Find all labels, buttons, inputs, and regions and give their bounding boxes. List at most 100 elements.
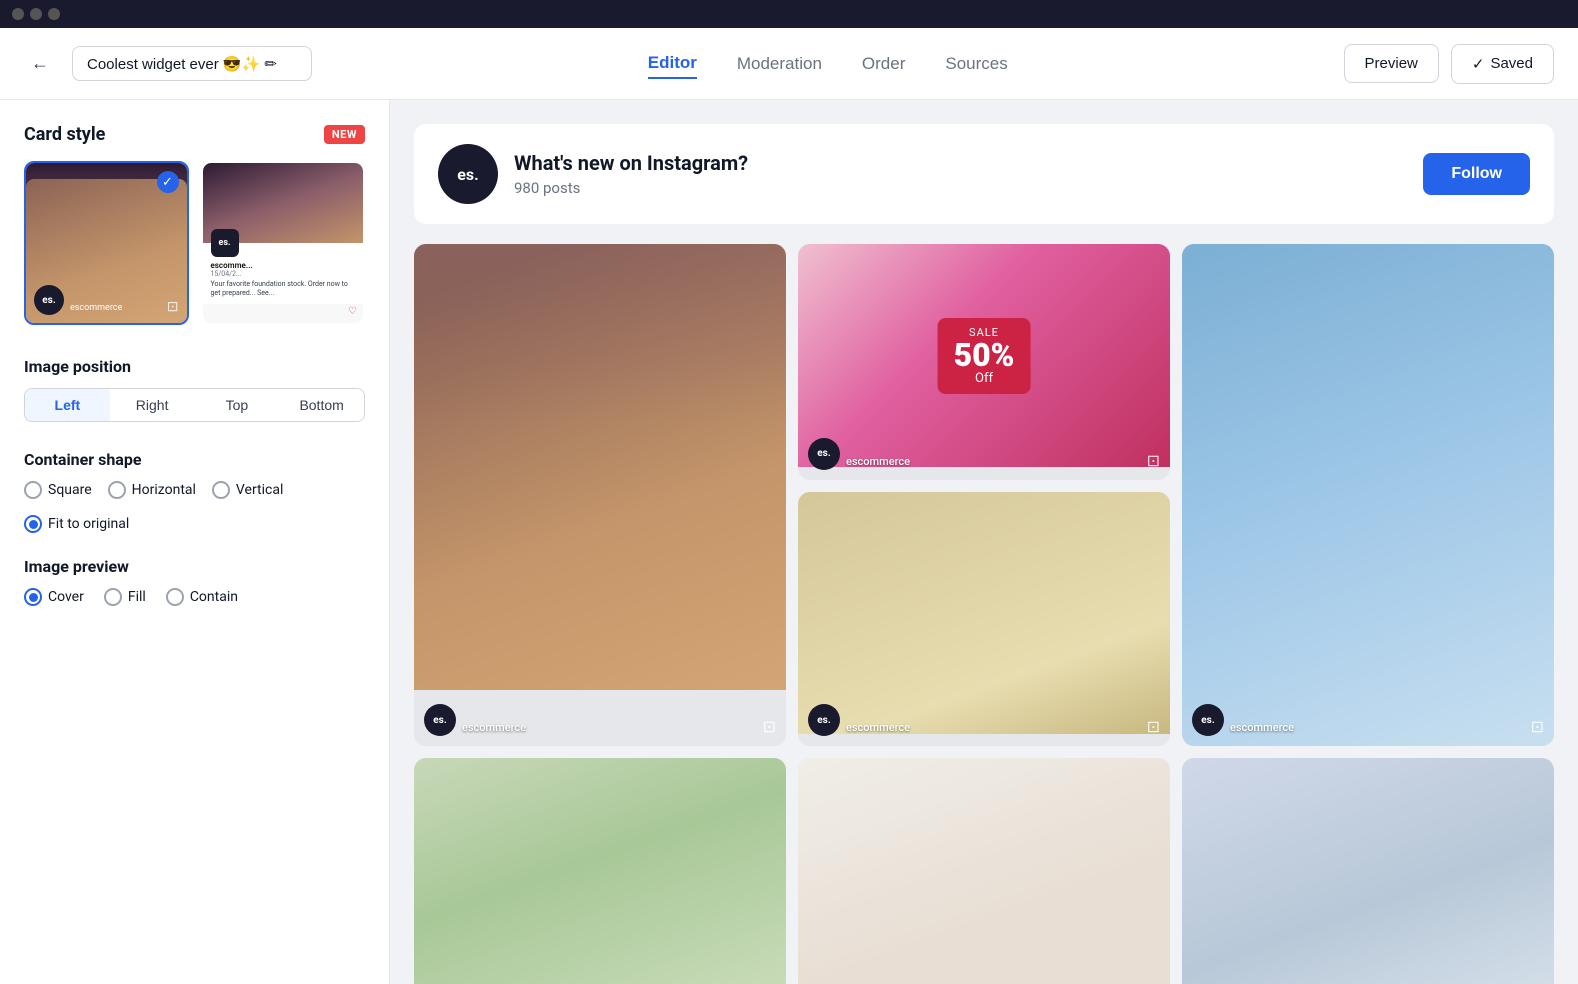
feed-item-4-brand: escommerce: [846, 721, 910, 734]
preview-option-fill[interactable]: Fill: [104, 588, 146, 606]
feed-item-2[interactable]: sale 50% Off es. escommerce ⊡: [798, 244, 1170, 480]
face-overlay: [414, 244, 786, 690]
titlebar-dot-1: [12, 8, 24, 20]
radio-fill[interactable]: [104, 588, 122, 606]
shape-label-fit: Fit to original: [48, 516, 129, 532]
feed-item-3-ig-icon: ⊡: [1531, 717, 1544, 736]
radio-horizontal[interactable]: [108, 481, 126, 499]
card-brand-1: escommerce: [70, 303, 122, 313]
new-badge: NEW: [324, 125, 365, 144]
feed-img-group: [1182, 758, 1554, 984]
preview-label-contain: Contain: [190, 589, 238, 605]
titlebar: [0, 0, 1578, 28]
position-tabs: Left Right Top Bottom: [24, 388, 365, 422]
saved-label: Saved: [1490, 55, 1533, 72]
radio-fit[interactable]: [24, 515, 42, 533]
check-icon: ✓: [1472, 55, 1485, 73]
feed-item-6[interactable]: es. escommerce ⊡: [798, 758, 1170, 984]
container-shape-title: Container shape: [24, 450, 365, 469]
tab-order[interactable]: Order: [862, 49, 905, 79]
feed-img-sale: sale 50% Off: [798, 244, 1170, 467]
titlebar-dot-2: [30, 8, 42, 20]
card-style-title: Card style: [24, 124, 105, 145]
feed-img-shoes: [798, 492, 1170, 734]
card-preview-2-name: escomme...: [211, 261, 356, 270]
preview-option-cover[interactable]: Cover: [24, 588, 84, 606]
card-preview-2-text: Your favorite foundation stock. Order no…: [211, 280, 356, 298]
feed-posts: 980 posts: [514, 179, 1423, 197]
feed-header: es. What's new on Instagram? 980 posts F…: [414, 124, 1554, 224]
feed-item-4-ig-icon: ⊡: [1147, 717, 1160, 736]
feed-info: What's new on Instagram? 980 posts: [514, 151, 1423, 197]
shape-label-vertical: Vertical: [236, 482, 283, 498]
titlebar-dot-3: [48, 8, 60, 20]
feed-title: What's new on Instagram?: [514, 151, 1423, 175]
feed-item-1[interactable]: es. escommerce ⊡: [414, 244, 786, 746]
position-tab-top[interactable]: Top: [195, 389, 280, 421]
radio-contain[interactable]: [166, 588, 184, 606]
feed-item-4-logo: es.: [808, 704, 840, 736]
card-preview-2-top: es.: [203, 163, 364, 243]
feed-img-portrait: [414, 244, 786, 690]
position-tab-right[interactable]: Right: [110, 389, 195, 421]
radio-cover-inner: [29, 593, 38, 602]
follow-button[interactable]: Follow: [1423, 153, 1530, 195]
card-style-header: Card style NEW: [24, 124, 365, 145]
feed-item-3-brand: escommerce: [1230, 721, 1294, 734]
nav-actions: Preview ✓ Saved: [1344, 44, 1554, 84]
preview-button[interactable]: Preview: [1344, 44, 1439, 83]
widget-title-input[interactable]: [72, 46, 312, 81]
feed-item-7[interactable]: es. escommerce ⊡: [1182, 758, 1554, 984]
card-instagram-icon-2: ♡: [348, 306, 357, 317]
card-preview-2-image: es. escomme... 15/04/2... Your favorite …: [203, 163, 364, 323]
shape-label-square: Square: [48, 482, 92, 498]
feed-item-4[interactable]: es. escommerce ⊡: [798, 492, 1170, 746]
feed-img-fashion: [1182, 244, 1554, 746]
feed-item-2-ig-icon: ⊡: [1147, 451, 1160, 470]
card-logo-1: es.: [34, 285, 64, 315]
feed-item-2-logo: es.: [808, 438, 840, 470]
back-button[interactable]: ←: [24, 48, 56, 80]
card-selected-check: ✓: [157, 171, 179, 193]
sidebar: Card style NEW ✓ es. escommerce ⊡ es.: [0, 100, 390, 984]
tab-moderation[interactable]: Moderation: [737, 49, 822, 79]
shape-option-square[interactable]: Square: [24, 481, 92, 499]
feed-img-flowers: [798, 758, 1170, 984]
feed-item-5[interactable]: es. escommerce ⊡: [414, 758, 786, 984]
radio-fit-inner: [29, 520, 38, 529]
tab-editor[interactable]: Editor: [648, 49, 697, 79]
card-option-2[interactable]: es. escomme... 15/04/2... Your favorite …: [201, 161, 366, 325]
topnav: ← Editor Moderation Order Sources Previe…: [0, 28, 1578, 100]
image-position-title: Image position: [24, 357, 365, 376]
radio-square[interactable]: [24, 481, 42, 499]
feed-item-3-logo: es.: [1192, 704, 1224, 736]
content-area: es. What's new on Instagram? 980 posts F…: [390, 100, 1578, 984]
card-preview-1-image: ✓ es. escommerce ⊡: [26, 163, 187, 323]
feed-img-shop: [414, 758, 786, 984]
sale-badge: sale 50% Off: [938, 318, 1031, 394]
shape-label-horizontal: Horizontal: [132, 482, 196, 498]
shape-option-fit[interactable]: Fit to original: [24, 515, 129, 533]
card-instagram-icon-1: ⊡: [167, 299, 179, 315]
saved-button[interactable]: ✓ Saved: [1451, 44, 1554, 84]
radio-cover[interactable]: [24, 588, 42, 606]
position-tab-bottom[interactable]: Bottom: [279, 389, 364, 421]
shape-option-horizontal[interactable]: Horizontal: [108, 481, 196, 499]
card-preview-2-date: 15/04/2...: [211, 270, 356, 278]
card-option-1[interactable]: ✓ es. escommerce ⊡: [24, 161, 189, 325]
feed-item-3[interactable]: es. escommerce ⊡: [1182, 244, 1554, 746]
feed-avatar: es.: [438, 144, 498, 204]
tab-sources[interactable]: Sources: [945, 49, 1007, 79]
card-logo-2: es.: [211, 229, 239, 257]
position-tab-left[interactable]: Left: [25, 389, 110, 421]
card-options: ✓ es. escommerce ⊡ es. escomme... 15/04/…: [24, 161, 365, 325]
feed-item-1-logo: es.: [424, 704, 456, 736]
radio-vertical[interactable]: [212, 481, 230, 499]
main-layout: Card style NEW ✓ es. escommerce ⊡ es.: [0, 100, 1578, 984]
shape-option-vertical[interactable]: Vertical: [212, 481, 283, 499]
preview-label-cover: Cover: [48, 589, 84, 605]
feed-item-1-brand: escommerce: [462, 721, 526, 734]
preview-option-contain[interactable]: Contain: [166, 588, 238, 606]
shape-options: Square Horizontal Vertical Fit to origin…: [24, 481, 365, 533]
sale-pct: 50%: [954, 339, 1015, 371]
